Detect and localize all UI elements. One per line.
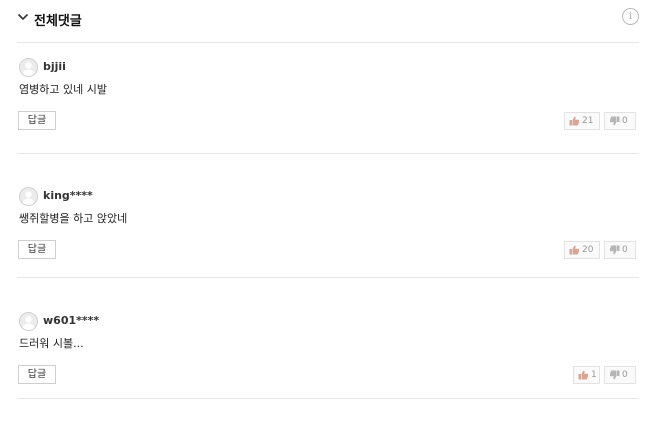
reply-button[interactable]: 답글 [18,240,56,259]
comment-item: bjjii 염병하고 있네 시발 답글 21 0 [17,58,639,148]
dislike-button[interactable]: 0 [604,112,636,130]
thumbs-down-icon [610,370,620,380]
comments-title: 전체댓글 [34,14,82,29]
info-icon[interactable]: i [622,8,639,25]
thumbs-up-icon [569,245,579,255]
dislike-count: 0 [622,116,628,126]
reply-button[interactable]: 답글 [18,111,56,130]
thumbs-up-icon [569,116,579,126]
divider [17,277,639,278]
thumbs-up-icon [578,370,588,380]
like-count: 20 [582,245,594,255]
chevron-down-icon[interactable] [17,12,29,22]
dislike-button[interactable]: 0 [604,241,636,259]
thumbs-down-icon [610,116,620,126]
dislike-count: 0 [622,370,628,380]
like-button[interactable]: 1 [573,366,600,384]
like-button[interactable]: 20 [564,241,600,259]
comment-author[interactable]: w601**** [43,314,99,327]
comment-author[interactable]: king**** [43,189,93,202]
default-avatar-icon [19,312,38,331]
dislike-button[interactable]: 0 [604,366,636,384]
divider [17,42,639,43]
thumbs-down-icon [610,245,620,255]
dislike-count: 0 [622,245,628,255]
like-count: 1 [591,370,597,380]
comment-item: w601**** 드러워 시볼... 답글 1 0 [17,312,639,402]
comment-text: 쌩쥐할병을 하고 앉았네 [19,212,128,225]
comment-text: 드러워 시볼... [19,337,84,350]
comments-header: 전체댓글 i [17,8,639,30]
like-button[interactable]: 21 [564,112,600,130]
divider [17,153,639,154]
divider [17,398,639,399]
default-avatar-icon [19,187,38,206]
like-count: 21 [582,116,594,126]
comment-text: 염병하고 있네 시발 [19,83,107,96]
reply-button[interactable]: 답글 [18,365,56,384]
comment-item: king**** 쌩쥐할병을 하고 앉았네 답글 20 0 [17,187,639,277]
comment-author[interactable]: bjjii [43,60,66,73]
default-avatar-icon [19,58,38,77]
